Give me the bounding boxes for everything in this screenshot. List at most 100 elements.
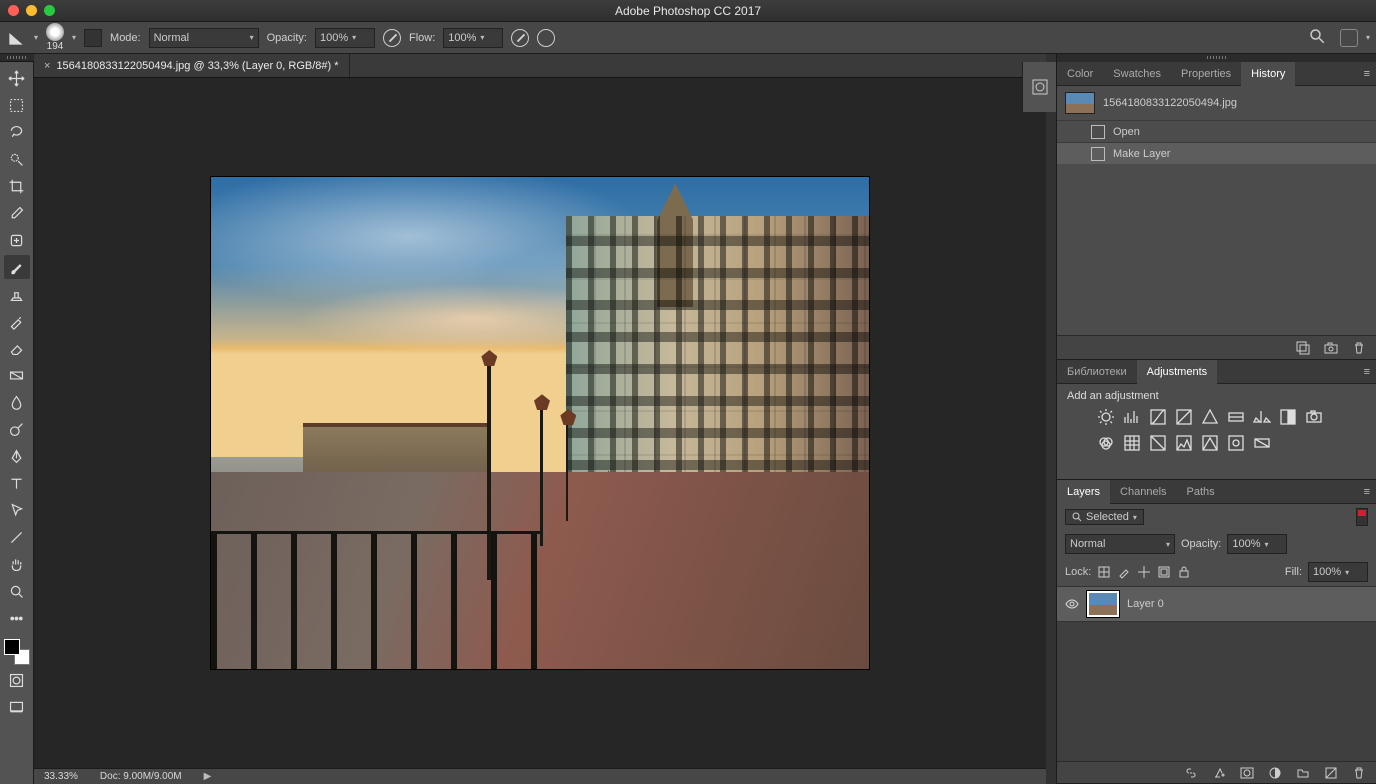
brush-preset-picker[interactable]: 194 [46, 23, 64, 52]
zoom-level[interactable]: 33.33% [44, 771, 78, 782]
tab-swatches[interactable]: Swatches [1103, 62, 1171, 86]
layer-row[interactable]: Layer 0 [1057, 586, 1376, 622]
pen-tool[interactable] [4, 444, 30, 468]
lock-all-icon[interactable] [1177, 565, 1191, 579]
layer-thumb-icon[interactable] [1087, 591, 1119, 617]
opacity-dropdown[interactable]: 100% ▾ [315, 28, 375, 48]
link-layers-icon[interactable] [1184, 766, 1198, 780]
panel-menu-icon[interactable]: ≡ [1358, 366, 1376, 378]
minimize-window-button[interactable] [26, 5, 37, 16]
curves-icon[interactable] [1149, 408, 1167, 426]
quick-select-tool[interactable] [4, 147, 30, 171]
shape-tool[interactable] [4, 525, 30, 549]
toolbar-grip[interactable] [0, 54, 34, 62]
threshold-icon[interactable] [1201, 434, 1219, 452]
filter-toggle[interactable] [1356, 508, 1368, 526]
hand-tool[interactable] [4, 552, 30, 576]
layer-mask-icon[interactable] [1240, 766, 1254, 780]
eyedropper-tool[interactable] [4, 201, 30, 225]
selective-color-icon[interactable] [1227, 434, 1245, 452]
blend-mode-dropdown[interactable]: Normal ▾ [149, 28, 259, 48]
doc-size[interactable]: Doc: 9.00M/9.00M [100, 771, 182, 782]
layer-blend-dropdown[interactable]: Normal ▾ [1065, 534, 1175, 554]
history-brush-tool[interactable] [4, 309, 30, 333]
healing-brush-tool[interactable] [4, 228, 30, 252]
vibrance-icon[interactable] [1201, 408, 1219, 426]
color-balance-icon[interactable] [1253, 408, 1271, 426]
brightness-contrast-icon[interactable] [1097, 408, 1115, 426]
lasso-tool[interactable] [4, 120, 30, 144]
close-window-button[interactable] [8, 5, 19, 16]
clone-stamp-tool[interactable] [4, 282, 30, 306]
move-tool[interactable] [4, 66, 30, 90]
type-tool[interactable] [4, 471, 30, 495]
dodge-tool[interactable] [4, 417, 30, 441]
levels-icon[interactable] [1123, 408, 1141, 426]
lock-pixels-icon[interactable] [1117, 565, 1131, 579]
photo-filter-icon[interactable] [1305, 408, 1323, 426]
panel-menu-icon[interactable]: ≡ [1358, 486, 1376, 498]
marquee-tool[interactable] [4, 93, 30, 117]
exposure-icon[interactable] [1175, 408, 1193, 426]
layer-style-icon[interactable] [1212, 766, 1226, 780]
tab-channels[interactable]: Channels [1110, 480, 1176, 504]
lock-position-icon[interactable] [1137, 565, 1151, 579]
path-select-tool[interactable] [4, 498, 30, 522]
color-swatches[interactable] [4, 639, 30, 665]
brush-panel-toggle-icon[interactable] [84, 29, 102, 47]
history-state[interactable]: Open [1057, 120, 1376, 142]
tab-paths[interactable]: Paths [1177, 480, 1225, 504]
tab-adjustments[interactable]: Adjustments [1137, 360, 1218, 384]
tab-history[interactable]: History [1241, 62, 1295, 86]
document-tab[interactable]: × 15641808331220504​94.jpg @ 33,3% (Laye… [34, 54, 350, 77]
screen-mode-button[interactable] [4, 695, 30, 719]
blur-tool[interactable] [4, 390, 30, 414]
fill-dropdown[interactable]: 100% ▾ [1308, 562, 1368, 582]
quick-mask-button[interactable] [4, 668, 30, 692]
zoom-window-button[interactable] [44, 5, 55, 16]
tab-properties[interactable]: Properties [1171, 62, 1241, 86]
brush-tool[interactable] [4, 255, 30, 279]
channel-mixer-icon[interactable] [1097, 434, 1115, 452]
crop-tool[interactable] [4, 174, 30, 198]
posterize-icon[interactable] [1175, 434, 1193, 452]
collapsed-dock[interactable] [1022, 62, 1056, 112]
status-flyout-icon[interactable]: ▶ [204, 771, 212, 782]
brush-chevron-icon[interactable]: ▾ [72, 33, 76, 42]
new-layer-icon[interactable] [1324, 766, 1338, 780]
snapshot-icon[interactable] [1324, 341, 1338, 355]
tool-preset-picker[interactable] [6, 28, 26, 48]
trash-icon[interactable] [1352, 341, 1366, 355]
foreground-color-swatch[interactable] [4, 639, 20, 655]
tab-layers[interactable]: Layers [1057, 480, 1110, 504]
flow-dropdown[interactable]: 100% ▾ [443, 28, 503, 48]
close-tab-icon[interactable]: × [44, 60, 50, 72]
visibility-icon[interactable] [1065, 597, 1079, 611]
history-state[interactable]: Make Layer [1057, 142, 1376, 164]
hue-sat-icon[interactable] [1227, 408, 1245, 426]
layer-opacity-dropdown[interactable]: 100% ▾ [1227, 534, 1287, 554]
tab-color[interactable]: Color [1057, 62, 1103, 86]
layer-filter-dropdown[interactable]: Selected ▾ [1065, 509, 1144, 525]
history-snapshot-row[interactable]: 15641808331220504​94.jpg [1057, 86, 1376, 120]
gradient-map-icon[interactable] [1253, 434, 1271, 452]
tool-preset-chevron-icon[interactable]: ▾ [34, 33, 38, 42]
eraser-tool[interactable] [4, 336, 30, 360]
trash-icon[interactable] [1352, 766, 1366, 780]
tab-libraries[interactable]: Библиотеки [1057, 360, 1137, 384]
pressure-opacity-icon[interactable] [383, 29, 401, 47]
new-doc-from-state-icon[interactable] [1296, 341, 1310, 355]
workspace-switcher-icon[interactable] [1340, 29, 1358, 47]
edit-toolbar-button[interactable] [4, 606, 30, 630]
lock-transparency-icon[interactable] [1097, 565, 1111, 579]
pressure-size-icon[interactable] [537, 29, 555, 47]
invert-icon[interactable] [1149, 434, 1167, 452]
workspace-chevron-icon[interactable]: ▾ [1366, 33, 1370, 42]
canvas-area[interactable] [34, 78, 1046, 768]
layer-name[interactable]: Layer 0 [1127, 598, 1164, 610]
lock-artboard-icon[interactable] [1157, 565, 1171, 579]
gradient-tool[interactable] [4, 363, 30, 387]
airbrush-icon[interactable] [511, 29, 529, 47]
adjustment-layer-icon[interactable] [1268, 766, 1282, 780]
layers-empty-area[interactable] [1057, 622, 1376, 761]
